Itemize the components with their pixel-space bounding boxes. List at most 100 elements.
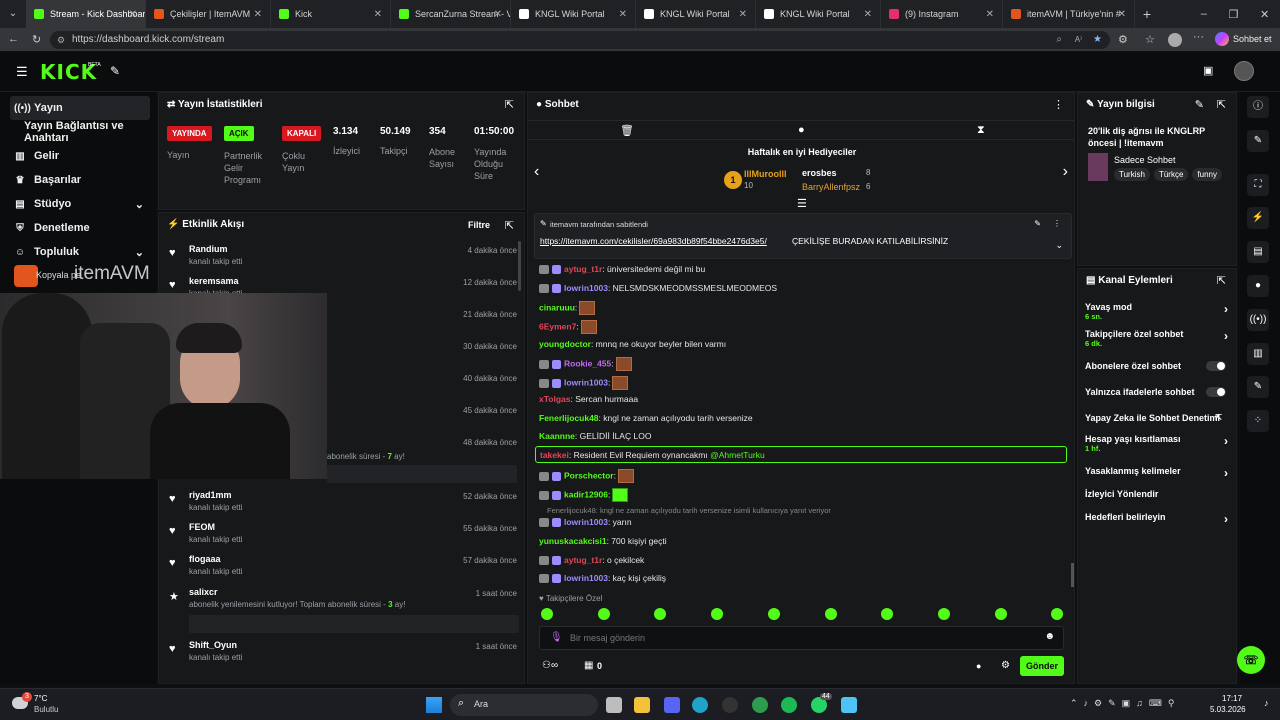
maximize-icon[interactable]: ❐ <box>1229 8 1239 21</box>
community-icon[interactable]: ⚇∞ <box>542 660 558 671</box>
emote-only-toggle[interactable] <box>1206 387 1226 397</box>
tab-2[interactable]: Kick ✕ <box>271 0 391 28</box>
chat-username[interactable]: aytug_t1r <box>564 264 602 274</box>
github-icon[interactable] <box>722 697 738 713</box>
emote-icon[interactable] <box>711 608 724 620</box>
edge-icon[interactable] <box>692 697 708 713</box>
tab-close-icon[interactable]: ✕ <box>1118 9 1126 20</box>
zoom-icon[interactable]: ⌕ <box>1056 31 1062 49</box>
lightning-icon[interactable]: ⚡ <box>1247 207 1269 229</box>
tab-7[interactable]: (9) Instagram ✕ <box>881 0 1003 28</box>
chrome-icon[interactable] <box>752 697 768 713</box>
favorite-star-icon[interactable]: ★ <box>1093 31 1102 49</box>
tab-close-icon[interactable]: ✕ <box>739 9 747 20</box>
nav-basarilar[interactable]: ♛ Başarılar <box>10 168 150 192</box>
gifters-expand-icon[interactable]: ☰ <box>797 197 807 210</box>
notification-icon[interactable]: ♪ <box>1264 698 1269 708</box>
chat-scrollbar[interactable] <box>1071 563 1074 587</box>
expand-icon[interactable]: ⇱ <box>505 219 514 232</box>
tab-menu-button[interactable]: ⌄ <box>0 0 26 28</box>
activity-name[interactable]: Shift_Oyun <box>189 640 237 650</box>
emote-icon[interactable] <box>824 608 837 620</box>
tab-3[interactable]: SercanZurna Stream - V ✕ <box>391 0 511 28</box>
hourglass-icon[interactable]: ⧗ <box>977 124 985 137</box>
profile-avatar[interactable] <box>1168 33 1182 47</box>
next-arrow-icon[interactable]: › <box>1063 163 1068 181</box>
discord-icon[interactable] <box>664 697 680 713</box>
banned-words[interactable]: Yasaklanmış kelimeler › <box>1085 466 1230 480</box>
tab-1[interactable]: Çekilişler | ItemAVM ✕ <box>146 0 271 28</box>
support-button[interactable]: ☏ <box>1237 646 1265 674</box>
gifter-2-name[interactable]: erosbes <box>802 168 837 178</box>
emote-icon[interactable] <box>994 608 1007 620</box>
chat-username[interactable]: Fenerlijocuk48 <box>539 413 599 423</box>
chat-username[interactable]: kadir12906 <box>564 489 608 499</box>
favorites-icon[interactable]: ☆ <box>1145 33 1155 46</box>
chat-username[interactable]: Kaannne <box>539 431 575 441</box>
prev-arrow-icon[interactable]: ‹ <box>534 163 539 181</box>
nav-studyo[interactable]: ▤ Stüdyo ⌄ <box>10 192 150 216</box>
tab-0[interactable]: Stream - Kick Dashboard ✕ <box>26 0 146 28</box>
activity-name[interactable]: salixcr <box>189 587 218 597</box>
tab-close-icon[interactable]: ✕ <box>986 9 994 20</box>
activity-name[interactable]: FEOM <box>189 522 215 532</box>
gifter-3-name[interactable]: BarryAllenfpsz <box>802 182 860 192</box>
chat-bubble-icon[interactable]: ● <box>976 661 981 671</box>
emoji-icon[interactable]: ☻ <box>1044 631 1055 642</box>
subscribers-only-chat[interactable]: Abonelere özel sohbet <box>1085 361 1230 371</box>
chat-username[interactable]: Rookie_455 <box>564 358 611 368</box>
unpin-icon[interactable]: ✎ <box>1034 219 1041 228</box>
site-info-icon[interactable]: ⚙ <box>57 31 65 49</box>
slow-mode[interactable]: Yavaş mod 6 sn. › <box>1085 302 1230 321</box>
emote-icon[interactable] <box>597 608 610 620</box>
expand-icon[interactable]: ⇱ <box>1217 98 1226 111</box>
taskbar-search[interactable]: ⌕ Ara <box>450 694 598 716</box>
tag[interactable]: Türkçe <box>1153 168 1189 181</box>
chat-username[interactable]: youngdoctor <box>539 339 591 349</box>
tab-close-icon[interactable]: ✕ <box>864 9 872 20</box>
category-name[interactable]: Sadece Sohbet <box>1114 155 1176 165</box>
pencil-icon[interactable]: ✎ <box>1247 130 1269 152</box>
tab-close-icon[interactable]: ✕ <box>494 9 502 20</box>
copilot-button[interactable]: Sohbet et <box>1215 32 1272 46</box>
nav-yayin[interactable]: ((•)) Yayın <box>10 96 150 120</box>
tag[interactable]: funny <box>1192 168 1222 181</box>
chat-settings-icon[interactable]: ⚙ <box>1001 660 1010 671</box>
dots-icon[interactable]: ⁘ <box>1247 410 1269 432</box>
activity-name[interactable]: flogaaa <box>189 554 221 564</box>
chat-username[interactable]: xTolgas <box>539 394 571 404</box>
spotify-icon[interactable] <box>781 697 797 713</box>
chat-username[interactable]: takekei <box>540 450 569 460</box>
viewer-redirect[interactable]: İzleyici Yönlendir <box>1085 489 1230 499</box>
tab-close-icon[interactable]: ✕ <box>129 9 137 20</box>
start-icon[interactable] <box>426 697 442 713</box>
send-button[interactable]: Gönder <box>1020 656 1064 676</box>
pinned-more-icon[interactable]: ⋮ <box>1053 219 1061 228</box>
tab-6[interactable]: KNGL Wiki Portal ✕ <box>756 0 881 28</box>
chat-username[interactable]: lowrin1003 <box>564 517 608 527</box>
ai-moderation[interactable]: Yapay Zeka ile Sohbet Denetimi ⇱ <box>1085 413 1230 423</box>
tab-close-icon[interactable]: ✕ <box>254 9 262 20</box>
tab-8[interactable]: itemAVM | Türkiye'nin # ✕ <box>1003 0 1135 28</box>
chat-input[interactable]: 🎙 Bir mesaj gönderin ☻ <box>539 626 1064 650</box>
layout-icon[interactable]: ▥ <box>1247 343 1269 365</box>
nav-denetleme[interactable]: ⛨ Denetleme <box>10 216 150 240</box>
emote-icon[interactable] <box>937 608 950 620</box>
minimize-icon[interactable]: – <box>1201 8 1207 20</box>
emote-icon[interactable] <box>541 608 553 620</box>
expand-icon[interactable]: ⛶ <box>1247 174 1269 196</box>
read-aloud-icon[interactable]: A⁾ <box>1075 31 1082 49</box>
new-tab-button[interactable]: + <box>1135 6 1159 22</box>
activity-name[interactable]: riyad1mm <box>189 490 232 500</box>
chat-username[interactable]: yunuskacakcisi1 <box>539 536 607 546</box>
task-view-icon[interactable] <box>606 697 622 713</box>
tag[interactable]: Turkish <box>1114 168 1150 181</box>
scrollbar[interactable] <box>518 241 521 291</box>
followers-only-chat[interactable]: Takipçilere özel sohbet 6 dk. › <box>1085 329 1230 348</box>
mic-icon[interactable]: 🎙 <box>550 632 563 643</box>
extensions-icon[interactable]: ⚙ <box>1118 33 1128 46</box>
trash-icon[interactable]: 🗑 <box>620 124 634 137</box>
chat-mention[interactable]: @AhmetTurku <box>710 450 765 460</box>
message-icon[interactable]: ● <box>798 124 805 136</box>
set-goals[interactable]: Hedefleri belirleyin › <box>1085 512 1230 526</box>
